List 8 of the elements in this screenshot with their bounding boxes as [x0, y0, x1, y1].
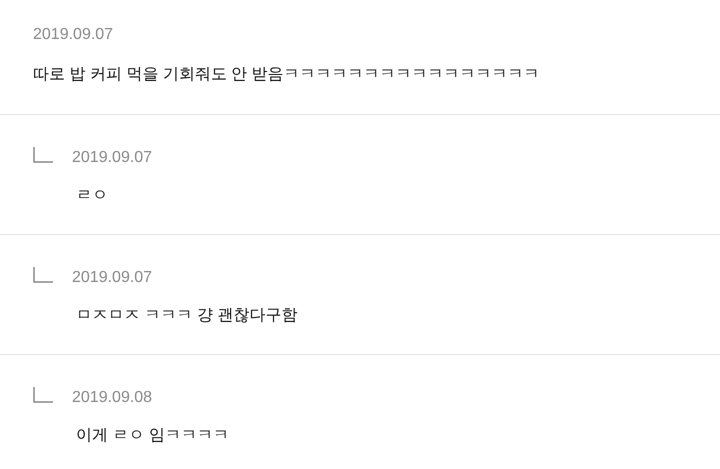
reply-text: ㄹㅇ [76, 186, 109, 206]
comment-text: 따로 밥 커피 먹을 기회줘도 안 받음ㅋㅋㅋㅋㅋㅋㅋㅋㅋㅋㅋㅋㅋㅋㅋㅋ [33, 65, 541, 85]
reply-text: ㅁㅈㅁㅈ ㅋㅋㅋ 걍 괜찮다구함 [76, 306, 298, 326]
reply-date: 2019.09.07 [72, 268, 152, 288]
reply-text: 이게 ㄹㅇ 임ㅋㅋㅋㅋ [76, 426, 230, 446]
reply-date: 2019.09.08 [72, 388, 152, 408]
comment-date: 2019.09.07 [33, 25, 114, 45]
reply-date: 2019.09.07 [72, 148, 152, 168]
